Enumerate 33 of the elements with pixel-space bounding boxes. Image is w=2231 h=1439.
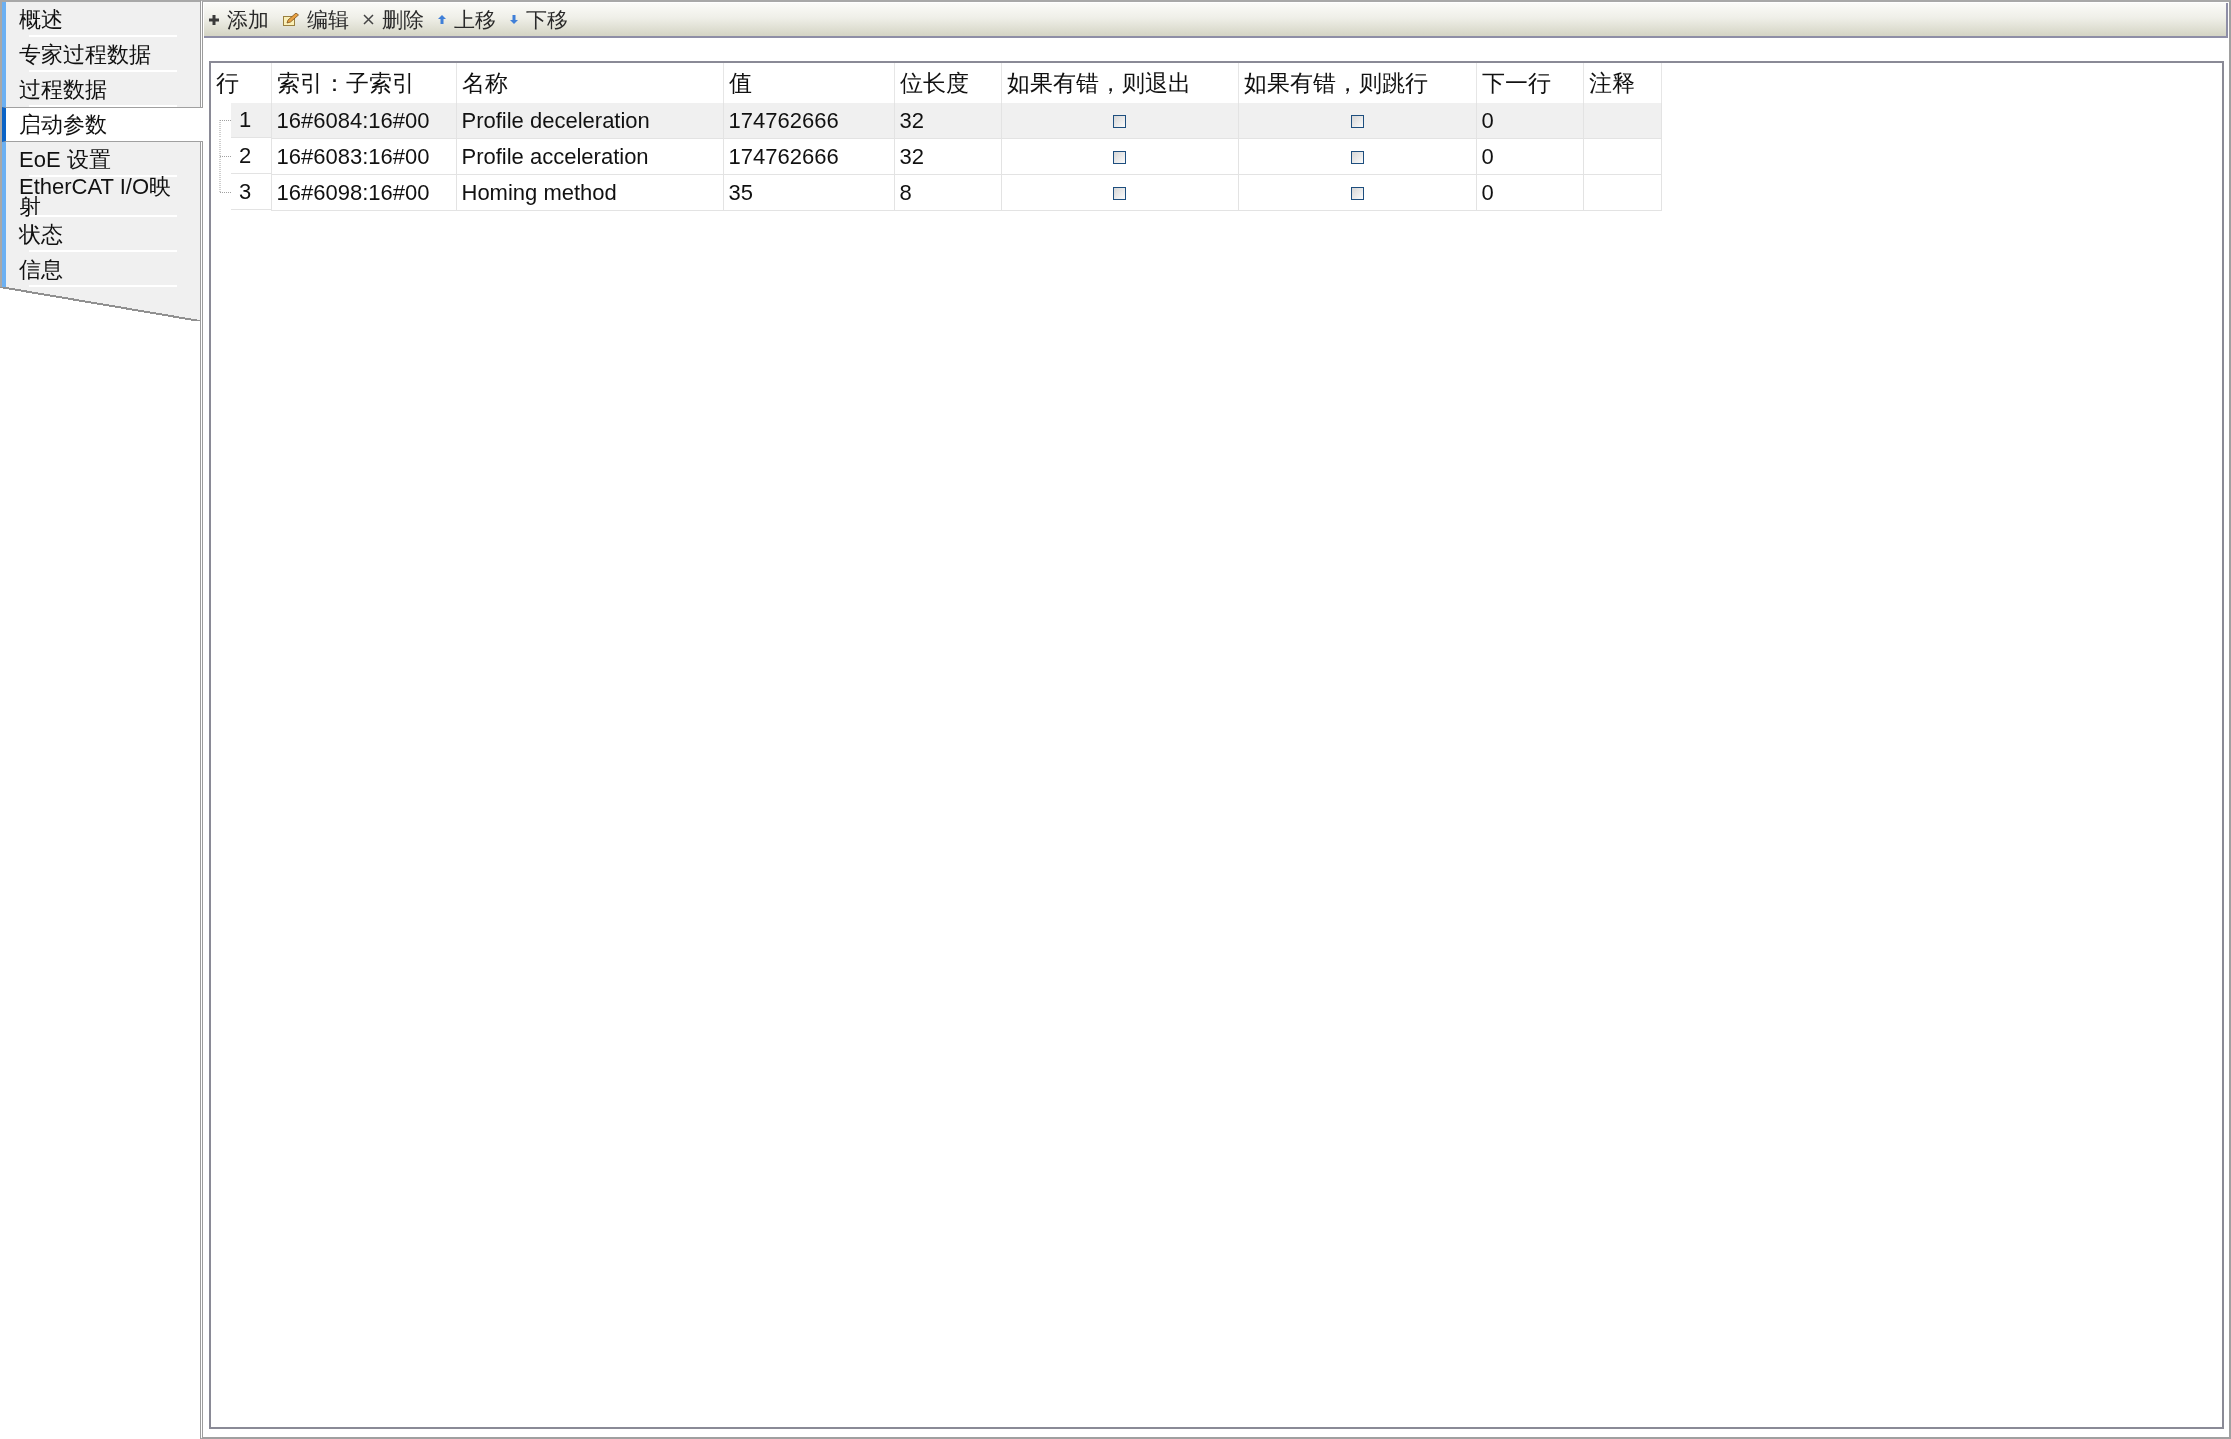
delete-button[interactable]: 删除 — [361, 4, 426, 35]
checkbox[interactable] — [1350, 115, 1364, 129]
table-cell: Homing method — [456, 174, 723, 211]
table-cell: 16#6083:16#00 — [271, 138, 456, 175]
checkbox[interactable] — [1113, 187, 1126, 201]
checkbox[interactable] — [1113, 151, 1126, 165]
edit-button[interactable]: 编辑 — [281, 4, 351, 35]
add-button[interactable]: 添加 — [207, 4, 271, 35]
table-cell: 32 — [894, 138, 1001, 175]
table-cell: Profile acceleration — [456, 138, 723, 175]
table-cell: 174762666 — [723, 103, 894, 139]
table-cell: 0 — [1476, 103, 1583, 139]
table-cell: 35 — [723, 174, 894, 211]
move-up-button[interactable]: 上移 — [436, 4, 498, 35]
plus-icon — [209, 14, 219, 25]
checkbox[interactable] — [1350, 187, 1364, 201]
table-cell: 16#6084:16#00 — [271, 103, 456, 139]
pencil-icon — [283, 13, 299, 26]
table-cell: 8 — [894, 174, 1001, 211]
table-cell: 32 — [894, 103, 1001, 139]
checkbox[interactable] — [1350, 151, 1364, 165]
move-down-button[interactable]: 下移 — [508, 4, 570, 35]
sidebar-tab[interactable]: 启动参数 — [2, 107, 203, 142]
row-number: 1 — [231, 103, 271, 139]
table-cell: 174762666 — [723, 138, 894, 175]
table-cell: Profile deceleration — [456, 103, 723, 139]
up-arrow-icon — [438, 15, 446, 24]
table-cell: 0 — [1476, 174, 1583, 211]
table-cell: 0 — [1476, 138, 1583, 175]
table-cell: 16#6098:16#00 — [271, 174, 456, 211]
checkbox[interactable] — [1113, 115, 1126, 129]
down-arrow-icon — [510, 15, 518, 24]
x-mark-icon — [363, 14, 374, 25]
